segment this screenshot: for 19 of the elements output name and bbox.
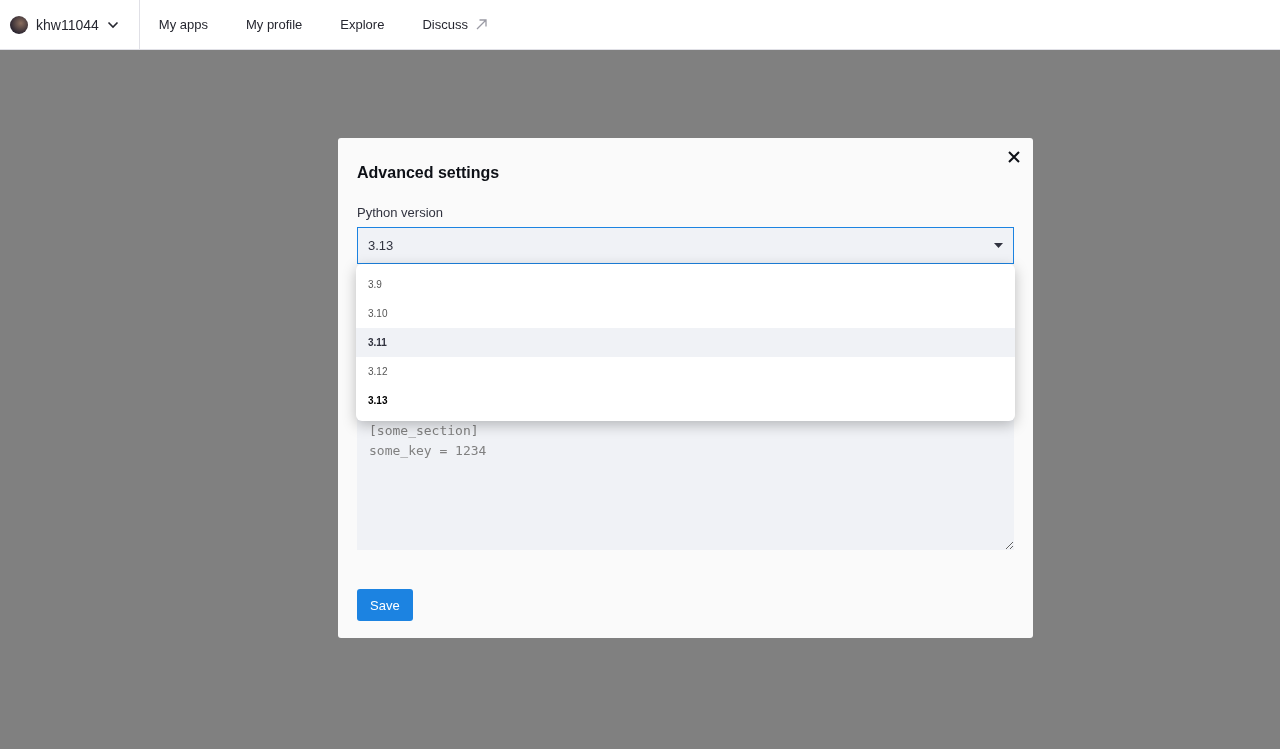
version-select[interactable]: 3.13: [357, 227, 1014, 264]
field-label: Python version: [357, 205, 444, 220]
nav-link[interactable]: Discuss: [422, 17, 487, 32]
dropdown-option[interactable]: 3.9: [356, 270, 1015, 299]
save-button[interactable]: Save: [357, 589, 413, 621]
dropdown-option[interactable]: 3.11: [356, 328, 1015, 357]
external-link-icon: [475, 19, 487, 30]
caret-icon: [994, 243, 1003, 248]
dropdown-option[interactable]: 3.12: [356, 357, 1015, 386]
dropdown-option[interactable]: 3.13: [356, 386, 1015, 415]
dialog-title: Advanced settings: [357, 164, 501, 182]
nav-link[interactable]: Explore: [340, 17, 385, 32]
chevron-down-icon[interactable]: [106, 20, 119, 29]
dropdown-option[interactable]: 3.10: [356, 299, 1015, 328]
user-avatar[interactable]: [10, 15, 28, 34]
close-icon[interactable]: [1007, 150, 1021, 164]
nav-link[interactable]: My apps: [158, 17, 208, 32]
nav-link[interactable]: My profile: [245, 17, 303, 32]
username[interactable]: khw11044: [36, 16, 99, 33]
